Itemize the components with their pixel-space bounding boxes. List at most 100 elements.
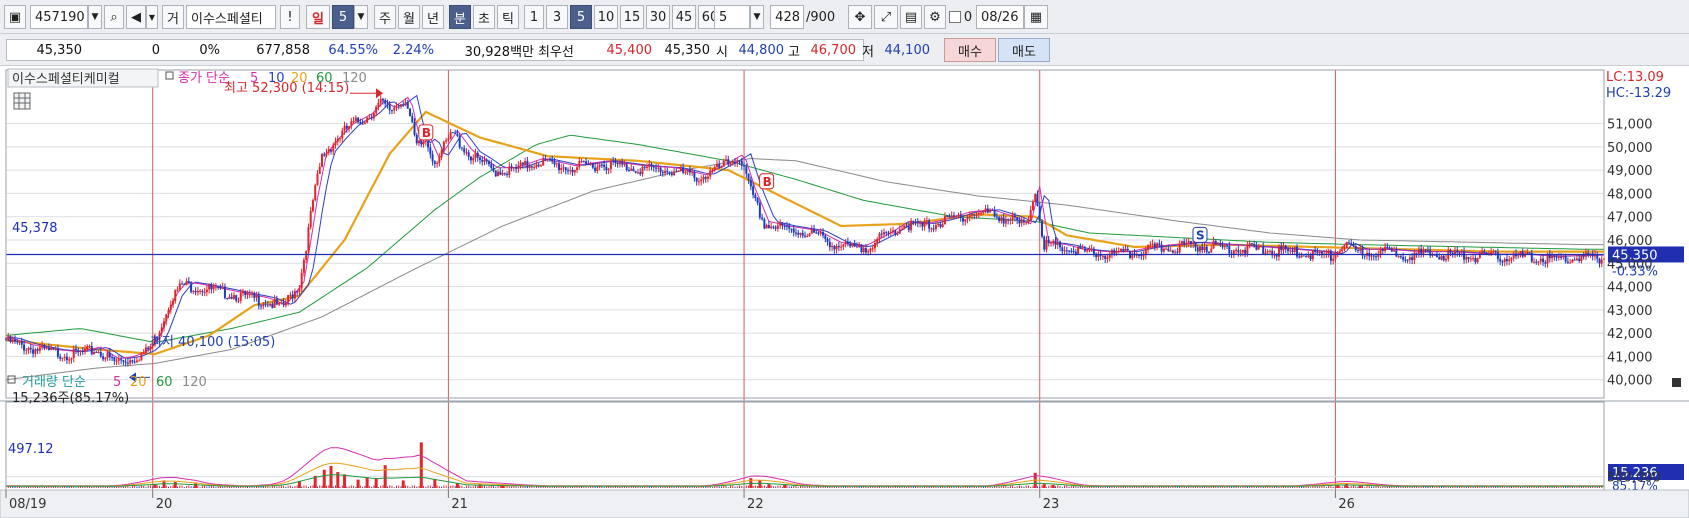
sell-button[interactable]: 매도 [998, 38, 1050, 62]
candle-body [905, 225, 908, 227]
candle-body [422, 141, 425, 145]
candle-body [223, 286, 226, 299]
search-icon[interactable]: ⌕ [104, 5, 124, 29]
stock-code-input[interactable]: 457190 [30, 5, 88, 29]
candle-body [1009, 219, 1012, 221]
candle-body [754, 194, 757, 199]
interval-button-45[interactable]: 45 [672, 5, 696, 29]
candle-body [1569, 262, 1572, 264]
interval-button-10[interactable]: 10 [594, 5, 618, 29]
candle-body [1413, 252, 1416, 260]
period-day-value[interactable]: 5 [332, 5, 354, 29]
change-pct-value: 0% [199, 42, 220, 58]
candle-body [898, 229, 901, 234]
option-checkbox[interactable] [948, 5, 962, 29]
candle-body [813, 228, 816, 233]
period-day-button[interactable]: 일 [306, 5, 330, 29]
crosshair-icon[interactable]: ✥ [848, 5, 872, 29]
candle-body [1115, 251, 1118, 254]
candle-body [1104, 255, 1107, 259]
candle-body [1338, 251, 1341, 253]
candle-body [1266, 251, 1269, 253]
interval-button-5[interactable]: 5 [570, 5, 592, 29]
y-tick-label: 47,000 [1607, 211, 1653, 226]
kor-search-button[interactable]: 거 [162, 5, 184, 29]
candle-body [1573, 259, 1576, 261]
sell-label: 매도 [1012, 44, 1036, 60]
interval-button-15[interactable]: 15 [620, 5, 644, 29]
interval-button-3[interactable]: 3 [546, 5, 568, 29]
candle-body [1004, 219, 1007, 224]
candle-body [86, 346, 89, 349]
interval-button-30[interactable]: 30 [646, 5, 670, 29]
candle-body [943, 216, 946, 225]
candle-body [1381, 248, 1384, 252]
y-tick-label: 44,000 [1607, 281, 1653, 296]
candle-body [1600, 259, 1603, 264]
chart-layout-icon[interactable]: ▣ [4, 5, 26, 29]
candle-body [842, 244, 845, 247]
speaker-dropdown-icon[interactable]: ▼ [146, 5, 158, 29]
candle-body [828, 241, 831, 248]
buy-button[interactable]: 매수 [944, 38, 996, 62]
candle-body [785, 225, 788, 227]
date-field[interactable]: 08/26 [976, 5, 1024, 29]
candle-body [706, 176, 709, 179]
save-icon[interactable]: ▤ [900, 5, 922, 29]
candle-body [1140, 254, 1143, 257]
candle-body [720, 166, 723, 168]
candle-body [697, 181, 700, 183]
gear-icon[interactable]: ⚙ [924, 5, 946, 29]
candle-body [7, 335, 10, 341]
candle-body [824, 235, 827, 239]
candle-body [34, 349, 37, 354]
grid-table-icon[interactable] [13, 92, 31, 110]
period-dropdown-icon[interactable]: ▼ [354, 5, 368, 29]
speaker-icon[interactable]: ◀ [126, 5, 146, 29]
candle-body [1090, 248, 1093, 250]
candle-body [190, 283, 193, 292]
candle-body [1307, 255, 1310, 257]
candle-body [506, 173, 509, 176]
candle-body [97, 351, 100, 353]
buy-signal-marker-2-label: B [763, 175, 772, 189]
candle-body [1481, 251, 1484, 255]
count-dropdown-icon[interactable]: ▼ [750, 5, 764, 29]
candle-body [1474, 258, 1477, 263]
candle-body [740, 160, 743, 166]
alert-button[interactable]: ! [280, 5, 300, 29]
code-dropdown-icon[interactable]: ▼ [88, 5, 102, 29]
draw-tool-icon[interactable]: ⤢ [874, 5, 898, 29]
candle-body [1445, 258, 1448, 261]
volume-left-label: 497.12 [8, 442, 54, 457]
candle-body [1108, 255, 1111, 258]
count-field[interactable]: 5 [714, 5, 750, 29]
candle-body [569, 169, 572, 171]
candle-body [1097, 254, 1100, 257]
period-month-button[interactable]: 월 [398, 5, 420, 29]
candle-body [1460, 251, 1463, 253]
period-tick-button[interactable]: 틱 [497, 5, 519, 29]
volume-pane-close-icon[interactable] [1672, 378, 1681, 387]
y-tick-label: 45,000 [1607, 257, 1653, 272]
candle-body [930, 228, 933, 230]
period-minute-button[interactable]: 분 [449, 5, 471, 29]
period-second-button[interactable]: 초 [473, 5, 495, 29]
candle-body [1287, 249, 1290, 252]
calendar-icon[interactable]: ▦ [1024, 5, 1048, 29]
candle-body [1388, 247, 1391, 249]
candle-body [1081, 248, 1084, 250]
candle-body [232, 295, 235, 299]
candle-body [1257, 246, 1260, 250]
checkbox-box [949, 11, 961, 23]
info-high: 46,700 [802, 39, 857, 61]
bars-shown-field[interactable]: 428 [770, 5, 804, 29]
candle-body [623, 163, 626, 165]
candle-body [115, 360, 118, 362]
candle-body [266, 304, 269, 306]
period-year-button[interactable]: 년 [422, 5, 444, 29]
candle-body [1198, 246, 1201, 252]
interval-button-1[interactable]: 1 [524, 5, 544, 29]
candle-body [183, 283, 186, 285]
period-week-button[interactable]: 주 [374, 5, 396, 29]
